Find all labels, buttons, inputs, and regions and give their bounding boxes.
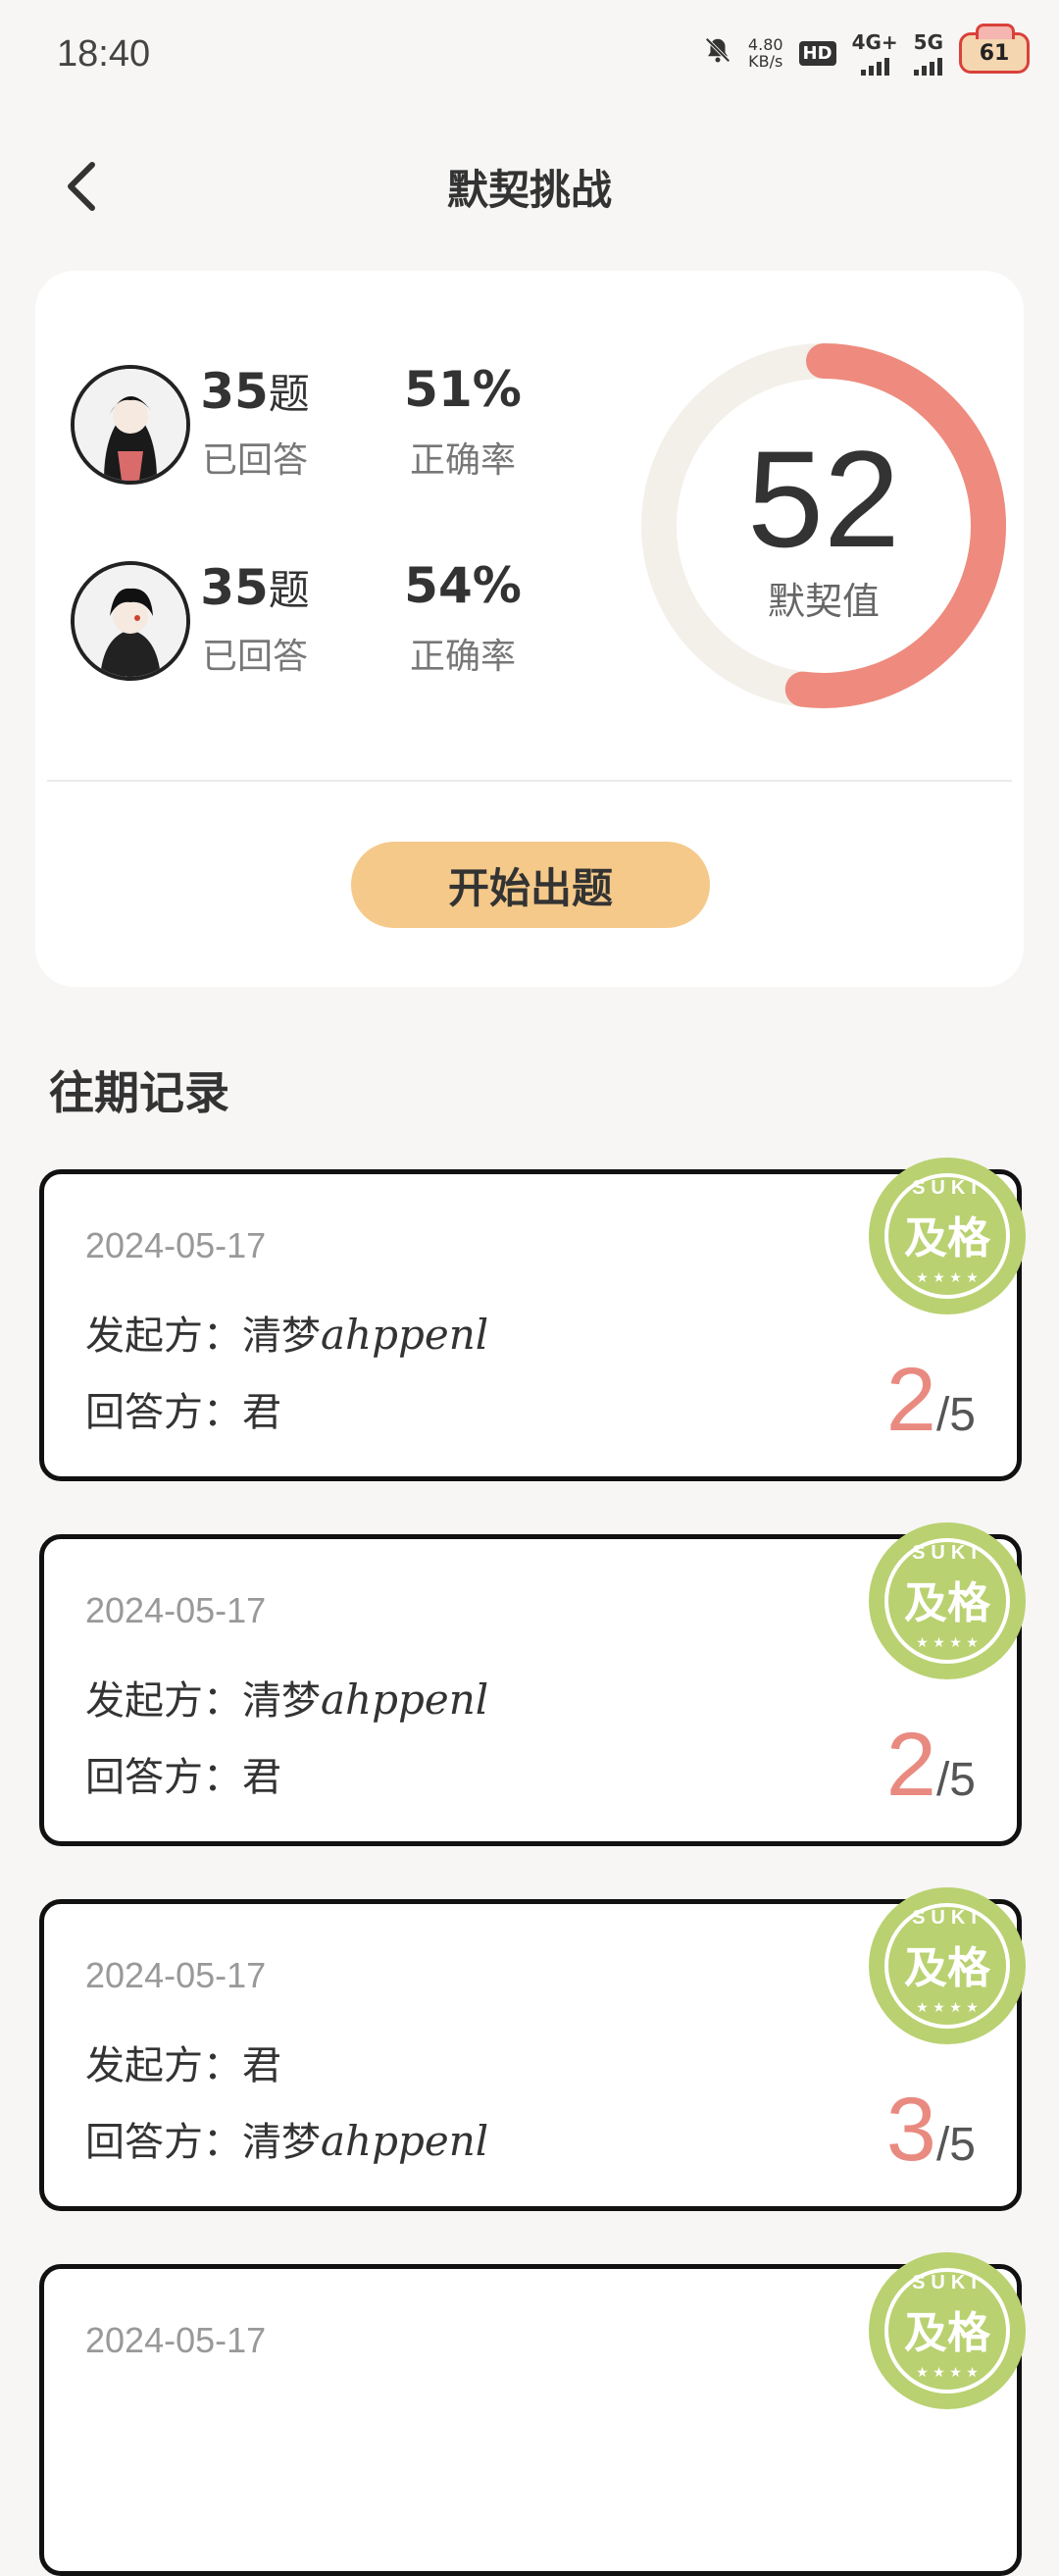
user-2-accuracy-label: 正确率	[409, 637, 516, 677]
pass-stamp-icon: SUKI 及格 ★ ★ ★ ★	[866, 1884, 1029, 2047]
user-2-answered-label: 已回答	[201, 637, 308, 677]
record-score: 3/5	[885, 2080, 976, 2180]
svg-text:★ ★ ★ ★: ★ ★ ★ ★	[916, 1270, 979, 1286]
signal-5g: 5G	[914, 30, 943, 76]
user-1-accuracy: 51%	[404, 361, 522, 418]
status-time: 18:40	[57, 33, 151, 75]
record-responder: 回答方：君	[85, 1390, 281, 1435]
history-record[interactable]: 2024-05-17 发起方：君 回答方：清梦ahppenl 3/5 SUKI …	[39, 1887, 1026, 2211]
record-score: 2/5	[885, 1715, 976, 1815]
svg-text:及格: 及格	[904, 1213, 991, 1263]
tacit-value: 52	[747, 422, 900, 576]
status-bar: 18:40 4.80 KB/s HD 4G+ 5G 61	[0, 0, 1059, 108]
svg-text:★ ★ ★ ★: ★ ★ ★ ★	[916, 2365, 979, 2381]
bow-decoration	[976, 24, 1015, 39]
user-1-answered-label: 已回答	[201, 440, 308, 481]
top-bar: 默契挑战	[0, 128, 1059, 245]
svg-text:★ ★ ★ ★: ★ ★ ★ ★	[916, 1635, 979, 1651]
hd-icon: HD	[798, 40, 836, 66]
svg-text:★ ★ ★ ★: ★ ★ ★ ★	[916, 2000, 979, 2016]
start-quiz-button[interactable]: 开始出题	[351, 842, 710, 928]
svg-text:及格: 及格	[904, 2308, 991, 2358]
svg-text:及格: 及格	[904, 1943, 991, 1993]
tacit-label: 默契值	[767, 580, 880, 623]
status-icons: 4.80 KB/s HD 4G+ 5G 61	[703, 24, 1030, 78]
user-1-answered: 35题	[200, 363, 310, 420]
pass-stamp-icon: SUKI 及格 ★ ★ ★ ★	[866, 2249, 1029, 2412]
svg-text:SUKI: SUKI	[912, 1542, 983, 1564]
bell-muted-icon	[703, 35, 732, 72]
history-record[interactable]: 2024-05-17 发起方：清梦ahppenl 回答方：君 2/5 SUKI …	[39, 1522, 1026, 1846]
history-record[interactable]: 2024-05-17 SUKI 及格 ★ ★ ★ ★	[39, 2252, 1026, 2576]
record-score: 2/5	[885, 1350, 976, 1450]
battery-level: 61	[979, 40, 1010, 66]
history-title: 往期记录	[49, 1066, 229, 1119]
signal-bars-icon	[914, 54, 943, 76]
record-initiator: 发起方：清梦ahppenl	[85, 1675, 489, 1724]
user-2-answered: 35题	[200, 559, 310, 616]
user-2-accuracy: 54%	[404, 557, 522, 614]
record-date: 2024-05-17	[85, 1955, 267, 1995]
battery-icon: 61	[959, 24, 1030, 74]
page-title: 默契挑战	[446, 166, 612, 214]
pass-stamp-icon: SUKI 及格 ★ ★ ★ ★	[866, 1520, 1029, 1682]
record-responder: 回答方：清梦ahppenl	[85, 2117, 489, 2165]
record-responder: 回答方：君	[85, 1755, 281, 1800]
user-1-accuracy-label: 正确率	[409, 440, 516, 481]
record-date: 2024-05-17	[85, 1590, 267, 1630]
svg-text:及格: 及格	[904, 1578, 991, 1628]
svg-text:SUKI: SUKI	[912, 1177, 983, 1199]
signal-bars-icon	[860, 54, 889, 76]
pass-stamp-icon: SUKI 及格 ★ ★ ★ ★	[866, 1155, 1029, 1317]
net-speed: 4.80 KB/s	[747, 35, 783, 71]
signal-4g: 4G+	[852, 30, 898, 76]
history-record[interactable]: 2024-05-17 发起方：清梦ahppenl 回答方：君 2/5 SUKI …	[39, 1158, 1026, 1481]
svg-text:SUKI: SUKI	[912, 1907, 983, 1929]
record-initiator: 发起方：清梦ahppenl	[85, 1311, 489, 1359]
divider	[47, 780, 1012, 782]
svg-text:SUKI: SUKI	[912, 2272, 983, 2293]
record-date: 2024-05-17	[85, 2320, 267, 2360]
stats-card: 35题 已回答 51% 正确率 35题 已回答 54% 正确率 52 默契值 开…	[35, 271, 1024, 987]
record-date: 2024-05-17	[85, 1225, 267, 1265]
record-initiator: 发起方：君	[85, 2043, 281, 2088]
